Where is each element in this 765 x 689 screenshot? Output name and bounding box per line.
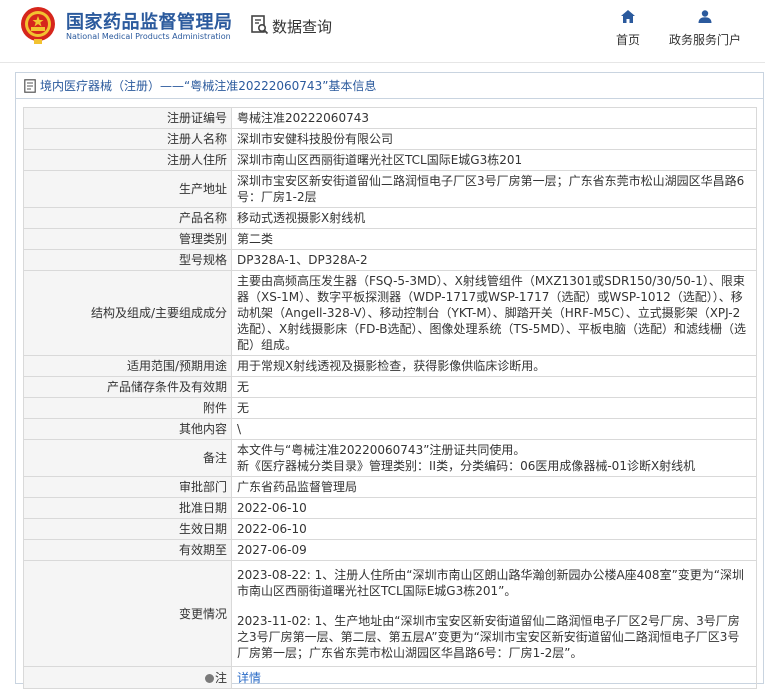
field-value: 无 xyxy=(231,397,757,419)
field-value: \ xyxy=(231,418,757,440)
field-value: 移动式透视摄影X射线机 xyxy=(231,207,757,229)
table-row: 有效期至 2027-06-09 xyxy=(23,539,757,561)
change-record-spacer xyxy=(237,599,751,613)
table-row: 生产地址 深圳市宝安区新安街道留仙二路润恒电子厂区3号厂房第一层；广东省东莞市松… xyxy=(23,170,757,208)
site-subtitle: National Medical Products Administration xyxy=(66,32,231,41)
field-label: 结构及组成/主要组成成分 xyxy=(23,270,232,356)
field-label: 审批部门 xyxy=(23,476,232,498)
header-divider xyxy=(0,62,765,63)
nav-home-link[interactable]: 首页 xyxy=(608,10,648,48)
field-value: 本文件与“粤械注准20220060743”注册证共同使用。 新《医疗器械分类目录… xyxy=(231,439,757,477)
nav-home-label: 首页 xyxy=(615,33,640,47)
nav-service-portal-label: 政务服务门户 xyxy=(668,33,741,47)
home-icon xyxy=(621,10,635,23)
field-value: 2027-06-09 xyxy=(231,539,757,561)
field-label: 管理类别 xyxy=(23,228,232,250)
field-label: 备注 xyxy=(23,439,232,477)
data-query-icon xyxy=(251,15,269,35)
table-row: 产品储存条件及有效期 无 xyxy=(23,376,757,398)
table-row: 附件 无 xyxy=(23,397,757,419)
field-label: 产品储存条件及有效期 xyxy=(23,376,232,398)
field-value: 详情 xyxy=(231,666,757,689)
field-value: 深圳市南山区西丽街道曙光社区TCL国际E城G3栋201 xyxy=(231,149,757,171)
table-row: 注 详情 xyxy=(23,666,757,689)
panel-title: 境内医疗器械（注册）——“粤械注准20222060743”基本信息 xyxy=(40,78,377,93)
table-row: 其他内容 \ xyxy=(23,418,757,440)
field-label: 型号规格 xyxy=(23,249,232,271)
field-label: 产品名称 xyxy=(23,207,232,229)
field-value: 深圳市安健科技股份有限公司 xyxy=(231,128,757,150)
details-link[interactable]: 详情 xyxy=(237,671,261,685)
field-label: 注册人住所 xyxy=(23,149,232,171)
table-row: 产品名称 移动式透视摄影X射线机 xyxy=(23,207,757,229)
table-row: 结构及组成/主要组成成分 主要由高频高压发生器（FSQ-5-3MD）、X射线管组… xyxy=(23,270,757,356)
field-label: 有效期至 xyxy=(23,539,232,561)
panel-header: 境内医疗器械（注册）——“粤械注准20222060743”基本信息 xyxy=(16,73,763,99)
field-value: 无 xyxy=(231,376,757,398)
table-row: 生效日期 2022-06-10 xyxy=(23,518,757,540)
data-query-title: 数据查询 xyxy=(272,18,333,36)
nav-service-portal-link[interactable]: 政务服务门户 xyxy=(665,10,745,48)
remark-line: 本文件与“粤械注准20220060743”注册证共同使用。 xyxy=(237,443,526,457)
registration-info-table: 注册证编号 粤械注准20222060743 注册人名称 深圳市安健科技股份有限公… xyxy=(23,107,757,689)
field-value: 第二类 xyxy=(231,228,757,250)
field-value: 深圳市宝安区新安街道留仙二路润恒电子厂区3号厂房第一层；广东省东莞市松山湖园区华… xyxy=(231,170,757,208)
field-value: 2022-06-10 xyxy=(231,518,757,540)
field-label: 批准日期 xyxy=(23,497,232,519)
field-label: 附件 xyxy=(23,397,232,419)
table-row: 管理类别 第二类 xyxy=(23,228,757,250)
field-label: 其他内容 xyxy=(23,418,232,440)
table-row: 审批部门 广东省药品监督管理局 xyxy=(23,476,757,498)
table-row: 适用范围/预期用途 用于常规X射线透视及摄影检查，获得影像供临床诊断用。 xyxy=(23,355,757,377)
field-value: 用于常规X射线透视及摄影检查，获得影像供临床诊断用。 xyxy=(231,355,757,377)
field-value: 2023-08-22: 1、注册人住所由“深圳市南山区朗山路华瀚创新园办公楼A座… xyxy=(231,560,757,667)
field-value: 主要由高频高压发生器（FSQ-5-3MD）、X射线管组件（MXZ1301或SDR… xyxy=(231,270,757,356)
field-label: 生产地址 xyxy=(23,170,232,208)
field-value: 粤械注准20222060743 xyxy=(231,107,757,129)
site-title: 国家药品监督管理局 xyxy=(66,12,233,33)
document-icon xyxy=(24,78,36,93)
detail-panel: 境内医疗器械（注册）——“粤械注准20222060743”基本信息 注册证编号 … xyxy=(15,72,764,689)
table-row: 变更情况 2023-08-22: 1、注册人住所由“深圳市南山区朗山路华瀚创新园… xyxy=(23,560,757,667)
field-label: 注 xyxy=(214,670,227,685)
change-record: 2023-08-22: 1、注册人住所由“深圳市南山区朗山路华瀚创新园办公楼A座… xyxy=(237,567,744,598)
note-label-cell: 注 xyxy=(23,666,232,689)
table-row: 批准日期 2022-06-10 xyxy=(23,497,757,519)
table-row: 注册人住所 深圳市南山区西丽街道曙光社区TCL国际E城G3栋201 xyxy=(23,149,757,171)
field-label: 注册人名称 xyxy=(23,128,232,150)
table-row: 注册人名称 深圳市安健科技股份有限公司 xyxy=(23,128,757,150)
field-label: 变更情况 xyxy=(23,560,232,667)
field-label: 适用范围/预期用途 xyxy=(23,355,232,377)
field-value: 广东省药品监督管理局 xyxy=(231,476,757,498)
user-icon xyxy=(698,10,712,23)
field-value: DP328A-1、DP328A-2 xyxy=(231,249,757,271)
table-row: 型号规格 DP328A-1、DP328A-2 xyxy=(23,249,757,271)
note-icon xyxy=(204,673,214,683)
field-value: 2022-06-10 xyxy=(231,497,757,519)
table-row: 备注 本文件与“粤械注准20220060743”注册证共同使用。 新《医疗器械分… xyxy=(23,439,757,477)
national-emblem-icon xyxy=(21,7,55,44)
remark-line: 新《医疗器械分类目录》管理类别：II类，分类编码：06医用成像器械-01诊断X射… xyxy=(237,459,696,473)
table-row: 注册证编号 粤械注准20222060743 xyxy=(23,107,757,129)
change-record: 2023-11-02: 1、生产地址由“深圳市宝安区新安街道留仙二路润恒电子厂区… xyxy=(237,613,740,660)
site-header: 国家药品监督管理局 National Medical Products Admi… xyxy=(0,0,765,60)
field-label: 注册证编号 xyxy=(23,107,232,129)
field-label: 生效日期 xyxy=(23,518,232,540)
